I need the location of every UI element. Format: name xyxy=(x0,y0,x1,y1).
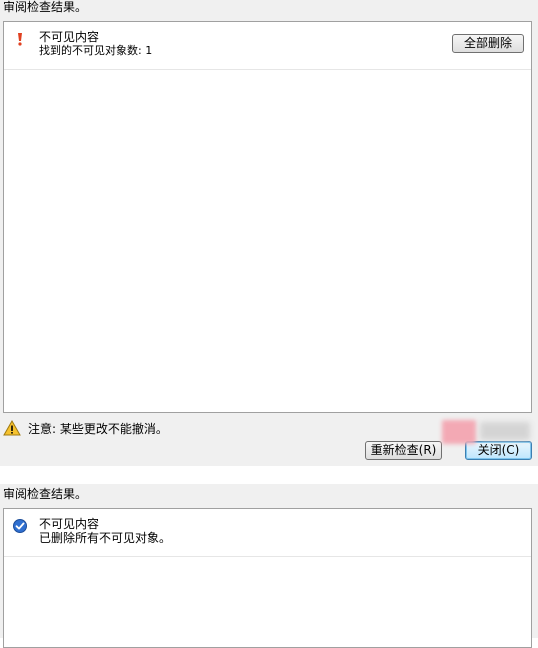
checkmark-icon xyxy=(13,519,27,533)
warning-notice: 注意: 某些更改不能撤消。 xyxy=(3,419,168,437)
remove-all-button[interactable]: 全部删除 xyxy=(452,34,524,53)
result-item-title: 不可见内容 xyxy=(39,30,100,44)
inspection-results-panel: 审阅检查结果。 不可见内容 找到的不可见对象数: 1 全部删除 注意: 某些更改… xyxy=(0,0,538,466)
warning-text: 注意: 某些更改不能撤消。 xyxy=(28,421,168,436)
results-list: 不可见内容 找到的不可见对象数: 1 全部删除 xyxy=(3,21,532,413)
panel-header: 审阅检查结果。 xyxy=(3,487,88,501)
results-list: 不可见内容 已删除所有不可见对象。 xyxy=(3,508,532,648)
result-item-detail: 找到的不可见对象数: 1 xyxy=(39,44,153,57)
panel-header: 审阅检查结果。 xyxy=(3,0,88,14)
close-button[interactable]: 关闭(C) xyxy=(465,441,532,460)
result-item-invisible-content: 不可见内容 找到的不可见对象数: 1 全部删除 xyxy=(4,22,531,70)
warning-icon xyxy=(3,419,21,436)
result-item-invisible-content: 不可见内容 已删除所有不可见对象。 xyxy=(4,509,531,557)
recheck-button[interactable]: 重新检查(R) xyxy=(365,441,442,460)
result-item-title: 不可见内容 xyxy=(39,517,100,531)
blurred-overlay xyxy=(480,422,530,440)
exclamation-icon xyxy=(13,32,27,46)
result-item-detail: 已删除所有不可见对象。 xyxy=(39,531,172,545)
inspection-results-panel-after: 审阅检查结果。 不可见内容 已删除所有不可见对象。 xyxy=(0,484,538,648)
